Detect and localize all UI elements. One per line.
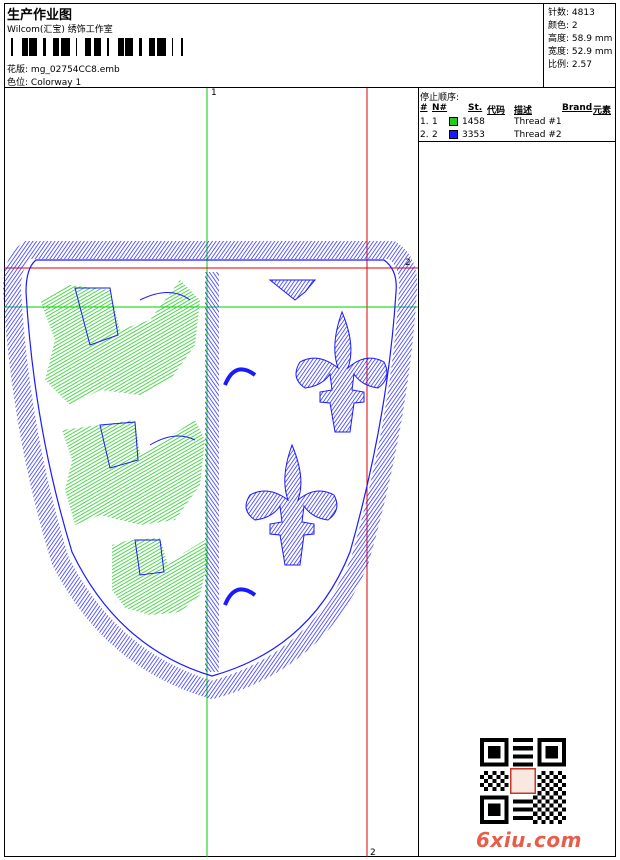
fleur-de-lis-icon	[268, 279, 317, 301]
fleur-de-lis-icon	[295, 310, 388, 433]
lion-icon	[112, 538, 208, 615]
guide-label-top: 1	[211, 88, 217, 98]
watermark-logo: 6xiu.com	[476, 828, 582, 852]
lion-icon	[40, 280, 200, 405]
guide-label-bottom: 2	[370, 848, 376, 858]
lion-icon	[62, 420, 205, 525]
fleur-de-lis-partial-icon	[223, 367, 257, 606]
fleur-de-lis-icon	[245, 443, 338, 566]
embroidery-design-canvas	[2, 88, 418, 857]
guide-label-right: 2	[405, 258, 411, 268]
qr-code-image	[480, 738, 566, 824]
